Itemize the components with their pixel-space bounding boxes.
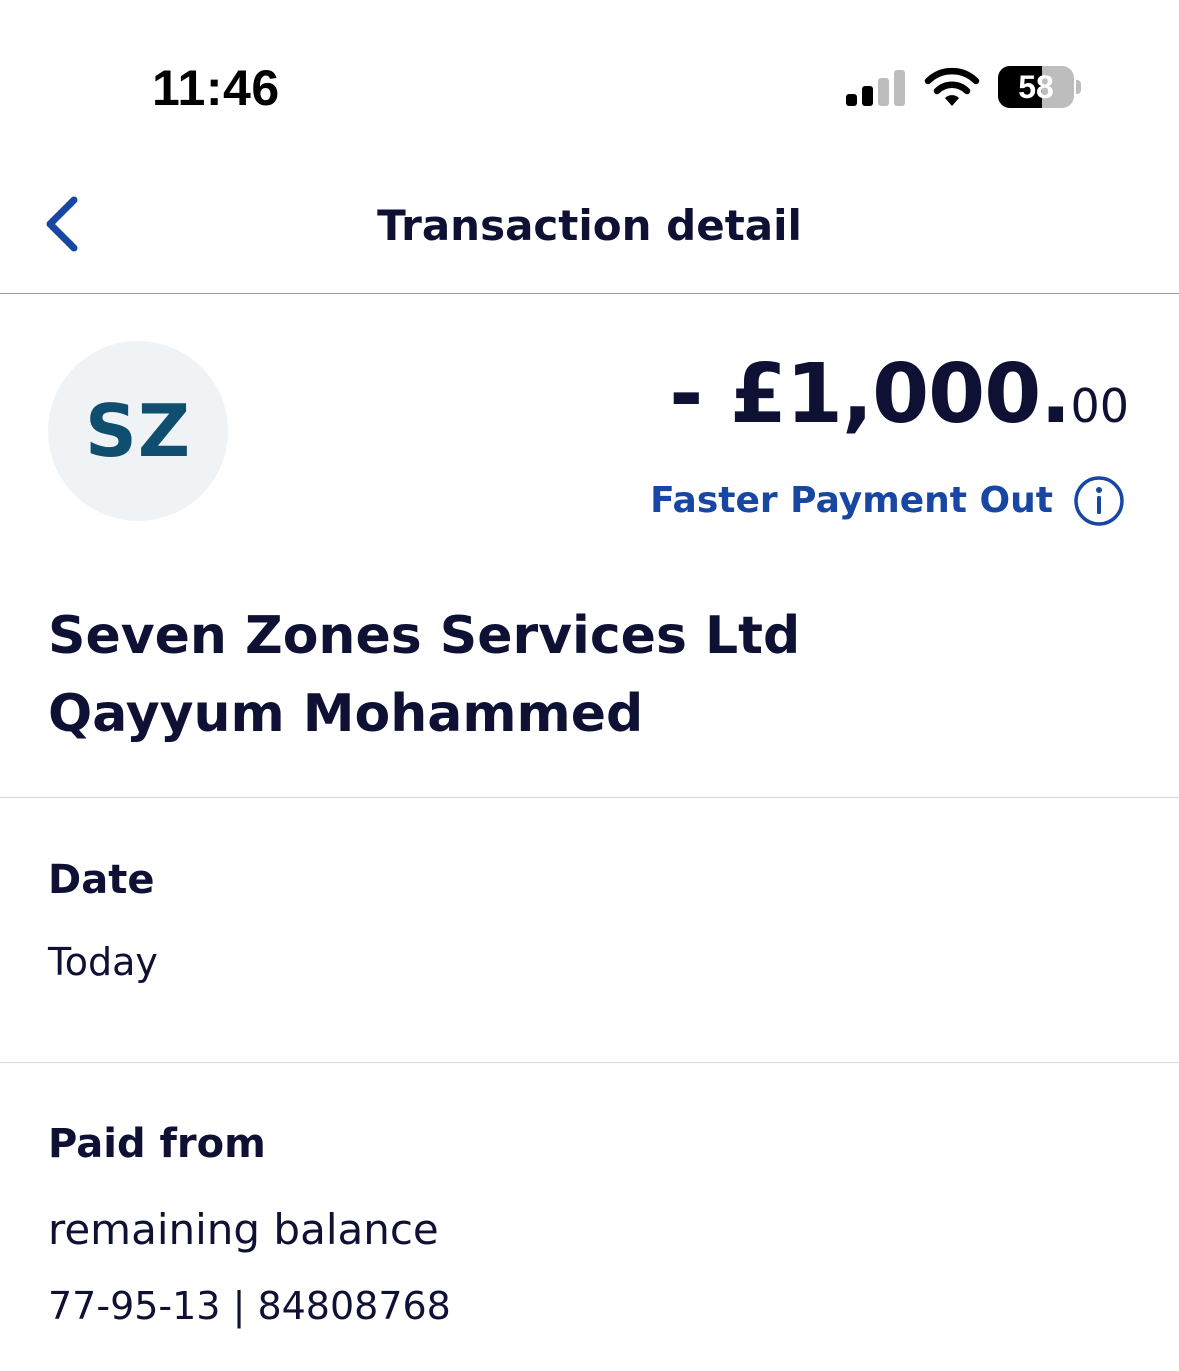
battery-tip bbox=[1076, 80, 1081, 94]
amount-pence: 00 bbox=[1070, 379, 1129, 433]
payee-line: Seven Zones Services Ltd bbox=[48, 606, 801, 666]
account-details: 77-95-13 | 84808768 bbox=[48, 1284, 451, 1328]
status-bar: 11:46 58 bbox=[0, 0, 1179, 150]
avatar-initials: SZ bbox=[84, 389, 192, 473]
battery-percent: 58 bbox=[1018, 69, 1054, 105]
paid-from-label: Paid from bbox=[48, 1121, 266, 1167]
battery-icon: 58 bbox=[998, 66, 1082, 110]
account-name: remaining balance bbox=[48, 1205, 439, 1254]
page-title: Transaction detail bbox=[377, 201, 802, 250]
avatar: SZ bbox=[48, 341, 228, 521]
info-icon[interactable] bbox=[1073, 475, 1125, 527]
payee-line: Qayyum Mohammed bbox=[48, 684, 644, 744]
nav-bar: Transaction detail bbox=[0, 150, 1179, 294]
date-value: Today bbox=[48, 940, 158, 984]
wifi-icon bbox=[924, 67, 980, 106]
status-time: 11:46 bbox=[152, 60, 280, 116]
transaction-summary: SZ - £1,000.00 Faster Payment Out Seven … bbox=[0, 295, 1179, 798]
payment-type-label: Faster Payment Out bbox=[650, 480, 1053, 521]
transaction-amount: - £1,000.00 bbox=[669, 347, 1129, 443]
date-label: Date bbox=[48, 857, 155, 903]
amount-main: - £1,000. bbox=[669, 347, 1071, 442]
paid-from-section: Paid from remaining balance 77-95-13 | 8… bbox=[0, 1064, 1179, 1371]
payment-type-info[interactable]: Faster Payment Out bbox=[650, 473, 1125, 529]
battery-body: 58 bbox=[998, 66, 1074, 108]
payee-name: Seven Zones Services Ltd Qayyum Mohammed bbox=[48, 597, 1128, 753]
signal-icon bbox=[846, 70, 905, 106]
date-section: Date Today bbox=[0, 798, 1179, 1063]
